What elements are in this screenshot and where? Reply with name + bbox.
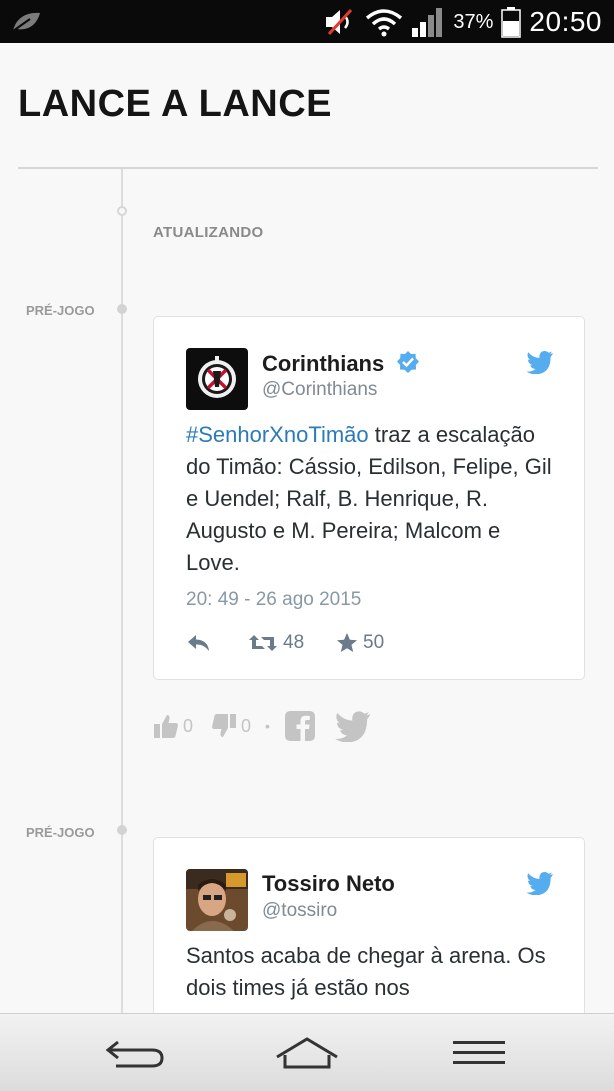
- tweet-text: #SenhorXnoTimão traz a escalação do Timã…: [186, 419, 556, 579]
- page-title: LANCE A LANCE: [18, 83, 333, 125]
- tweet-card[interactable]: Tossiro Neto @tossiro Santos acaba de ch…: [153, 837, 585, 1013]
- leaf-icon: [12, 12, 40, 32]
- back-icon: [105, 1040, 164, 1068]
- thumbs-up-icon: [154, 715, 178, 738]
- wifi-icon: [366, 9, 403, 37]
- reactions-row: 0 0 •: [153, 708, 372, 744]
- title-divider: [18, 167, 598, 169]
- like-button[interactable]: 0: [153, 712, 193, 740]
- tweet-author-name: Corinthians: [262, 351, 385, 376]
- phase-label: PRÉ-JOGO: [26, 303, 95, 318]
- mute-icon: [326, 8, 353, 36]
- tweet-author-name: Tossiro Neto: [262, 871, 395, 896]
- star-icon: [337, 633, 357, 652]
- tweet-actions: 48 50: [186, 630, 384, 656]
- reply-icon: [188, 635, 209, 651]
- separator-dot: •: [265, 718, 270, 734]
- tweet-card[interactable]: Corinthians @Corinthians #SenhorXnoTimão…: [153, 316, 585, 680]
- status-bar: 37% 20:50: [0, 0, 614, 43]
- menu-button[interactable]: [444, 1032, 514, 1074]
- facebook-share-icon[interactable]: [284, 710, 316, 742]
- tweet-handle[interactable]: @tossiro: [262, 900, 337, 922]
- twitter-share-icon[interactable]: [334, 710, 372, 742]
- updating-label: ATUALIZANDO: [153, 224, 264, 241]
- home-icon: [276, 1037, 338, 1069]
- dislike-button[interactable]: 0: [211, 712, 251, 740]
- favorite-count: 50: [363, 632, 385, 653]
- tweet-body: Santos acaba de chegar à arena. Os dois …: [186, 943, 546, 1000]
- phase-label: PRÉ-JOGO: [26, 825, 95, 840]
- thumbs-down-icon: [212, 714, 237, 737]
- navigation-bar: [0, 1013, 614, 1091]
- live-feed-page: LANCE A LANCE ATUALIZANDO PRÉ-JOGO Corin…: [0, 43, 614, 1013]
- system-icons: 37% 20:50: [323, 6, 602, 38]
- tweet-handle[interactable]: @Corinthians: [262, 379, 377, 401]
- tweet-author[interactable]: Corinthians: [262, 350, 420, 377]
- home-button[interactable]: [272, 1032, 342, 1074]
- favorite-button[interactable]: 50: [336, 632, 384, 654]
- like-count: 0: [183, 715, 194, 736]
- signal-icon: [412, 8, 443, 37]
- timeline-start-dot: [117, 206, 127, 216]
- battery-icon: [501, 7, 522, 38]
- avatar[interactable]: [186, 869, 248, 931]
- tweet-hashtag[interactable]: #SenhorXnoTimão: [186, 422, 369, 447]
- clock: 20:50: [529, 6, 602, 37]
- battery-percent: 37%: [453, 10, 494, 33]
- tweet-author[interactable]: Tossiro Neto: [262, 871, 395, 897]
- avatar[interactable]: [186, 348, 248, 410]
- back-button[interactable]: [100, 1032, 170, 1074]
- retweet-count: 48: [283, 632, 305, 653]
- user-photo: [186, 869, 248, 931]
- timeline-line: [121, 169, 123, 1013]
- timeline-dot: [117, 304, 127, 314]
- dislike-count: 0: [241, 715, 252, 736]
- verified-badge-icon: [397, 351, 420, 373]
- corinthians-logo: [186, 348, 248, 410]
- tweet-date[interactable]: 20: 49 - 26 ago 2015: [186, 589, 361, 611]
- reply-button[interactable]: [186, 633, 248, 653]
- menu-icon: [453, 1041, 505, 1064]
- twitter-bird-icon[interactable]: [526, 350, 554, 374]
- twitter-bird-icon[interactable]: [526, 871, 554, 895]
- retweet-button[interactable]: 48: [248, 632, 336, 654]
- retweet-icon: [249, 635, 277, 651]
- timeline-dot: [117, 825, 127, 835]
